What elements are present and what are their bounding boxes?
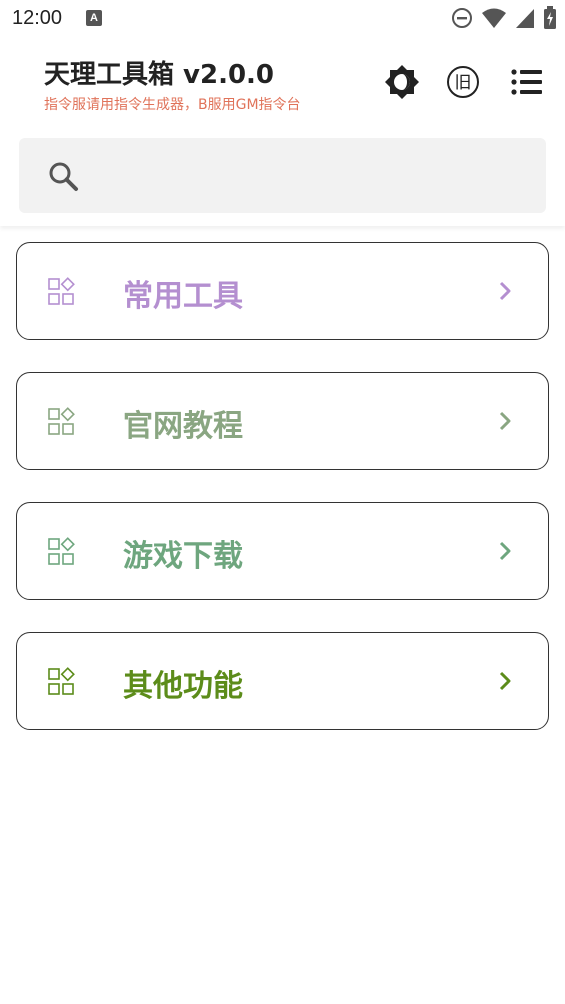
chevron-right-icon	[499, 541, 511, 561]
card-common-tools[interactable]: 常用工具	[16, 242, 549, 340]
battery-icon	[544, 6, 556, 29]
grid-icon	[48, 277, 75, 305]
grid-icon	[48, 537, 75, 565]
card-label: 其他功能	[123, 669, 243, 704]
card-label: 官网教程	[123, 409, 243, 444]
old-version-button[interactable]: 旧	[443, 62, 483, 102]
chevron-right-icon	[499, 671, 511, 691]
status-icons	[451, 6, 557, 30]
status-bar: 12:00 A	[0, 0, 565, 38]
do-not-disturb-icon	[452, 8, 472, 28]
search-input[interactable]	[95, 138, 535, 213]
grid-icon	[48, 407, 75, 435]
notification-a-icon: A	[86, 10, 102, 26]
search-box[interactable]	[19, 138, 546, 213]
old-version-label: 旧	[455, 73, 472, 93]
app-header: 天理工具箱 v2.0.0 指令服请用指令生成器，B服用GM指令台 旧	[0, 38, 565, 128]
status-time: 12:00	[12, 7, 63, 29]
search-bar	[0, 128, 565, 226]
brightness-icon	[385, 65, 419, 99]
card-label: 常用工具	[123, 279, 243, 314]
cell-signal-icon	[516, 9, 534, 28]
menu-button[interactable]	[507, 62, 547, 102]
chevron-right-icon	[499, 281, 511, 301]
app-title: 天理工具箱 v2.0.0	[44, 60, 275, 90]
card-other-features[interactable]: 其他功能	[16, 632, 549, 730]
grid-icon	[48, 667, 75, 695]
theme-toggle-button[interactable]	[382, 62, 422, 102]
card-official-tutorials[interactable]: 官网教程	[16, 372, 549, 470]
app-subtitle: 指令服请用指令生成器，B服用GM指令台	[44, 97, 301, 113]
search-icon	[49, 162, 78, 191]
old-version-icon: 旧	[447, 66, 479, 98]
list-icon	[511, 69, 542, 95]
chevron-right-icon	[499, 411, 511, 431]
card-game-download[interactable]: 游戏下载	[16, 502, 549, 600]
card-label: 游戏下载	[123, 539, 243, 574]
wifi-icon	[482, 8, 506, 28]
